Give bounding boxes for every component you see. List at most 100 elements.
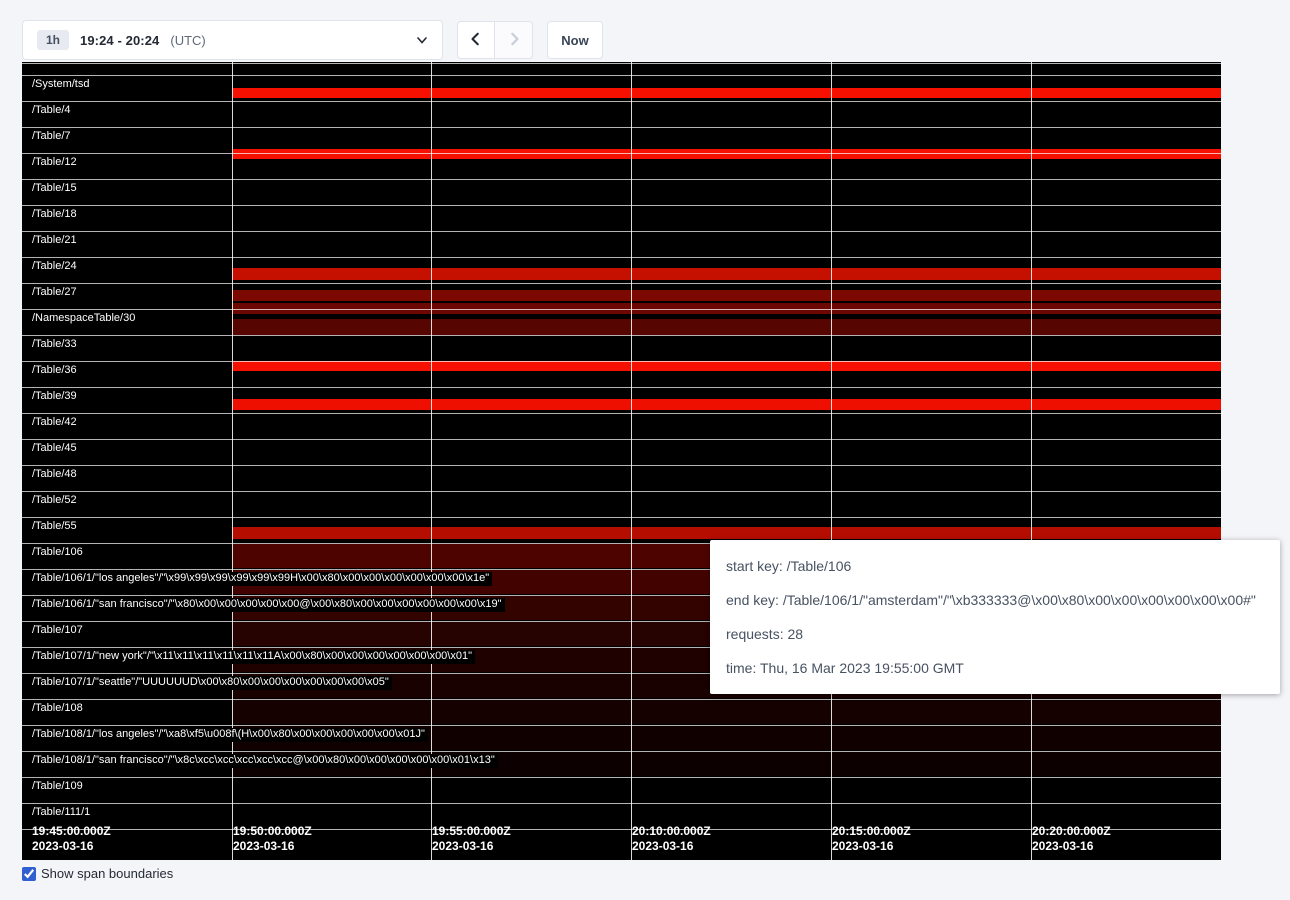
time-gridline bbox=[1031, 62, 1032, 860]
tick-time: 20:20:00.000Z bbox=[1032, 824, 1111, 839]
tick-time: 19:50:00.000Z bbox=[233, 824, 312, 839]
tick-time: 19:55:00.000Z bbox=[432, 824, 511, 839]
tick-date: 2023-03-16 bbox=[432, 839, 511, 854]
span-boundary-line bbox=[22, 439, 1221, 440]
time-range-label: 19:24 - 20:24 bbox=[80, 33, 159, 48]
timezone-label: (UTC) bbox=[170, 33, 205, 48]
time-controls-toolbar: 1h 19:24 - 20:24 (UTC) Now bbox=[22, 20, 603, 60]
span-key-label: /Table/4 bbox=[32, 104, 74, 118]
span-boundary-line bbox=[22, 101, 1221, 102]
span-boundary-line bbox=[22, 777, 1221, 778]
time-axis-tick: 20:15:00.000Z2023-03-16 bbox=[832, 824, 911, 854]
heat-band bbox=[232, 290, 1221, 301]
time-axis-tick: 19:55:00.000Z2023-03-16 bbox=[432, 824, 511, 854]
heat-band bbox=[232, 527, 1221, 539]
span-key-label: /Table/106/1/"san francisco"/"\x80\x00\x… bbox=[32, 598, 505, 612]
show-span-boundaries-control: Show span boundaries bbox=[22, 866, 173, 881]
span-key-label: /Table/106/1/"los angeles"/"\x99\x99\x99… bbox=[32, 572, 492, 586]
time-window-dropdown[interactable]: 1h 19:24 - 20:24 (UTC) bbox=[22, 20, 443, 60]
time-window-pager bbox=[457, 21, 533, 59]
time-axis-tick: 20:20:00.000Z2023-03-16 bbox=[1032, 824, 1111, 854]
heat-band bbox=[232, 268, 1221, 280]
span-key-label: /Table/18 bbox=[32, 208, 80, 222]
heat-band bbox=[232, 700, 1221, 724]
span-key-label: /Table/24 bbox=[32, 260, 80, 274]
span-boundary-line bbox=[22, 283, 1221, 284]
span-boundary-line bbox=[22, 231, 1221, 232]
span-boundary-line bbox=[22, 465, 1221, 466]
span-boundary-line bbox=[22, 413, 1221, 414]
tick-date: 2023-03-16 bbox=[832, 839, 911, 854]
time-window-badge: 1h bbox=[37, 30, 69, 50]
now-button[interactable]: Now bbox=[547, 21, 603, 59]
span-key-label: /Table/48 bbox=[32, 468, 80, 482]
chevron-left-icon bbox=[469, 32, 483, 49]
time-axis-tick: 19:45:00.000Z2023-03-16 bbox=[32, 824, 111, 854]
time-gridline bbox=[431, 62, 432, 860]
span-boundary-line bbox=[22, 387, 1221, 388]
span-key-label: /Table/36 bbox=[32, 364, 80, 378]
tick-time: 20:10:00.000Z bbox=[632, 824, 711, 839]
next-window-button[interactable] bbox=[495, 21, 533, 59]
tooltip-end-key: end key: /Table/106/1/"amsterdam"/"\xb33… bbox=[726, 583, 1264, 617]
heat-band bbox=[232, 88, 1221, 98]
span-key-label: /Table/12 bbox=[32, 156, 80, 170]
span-boundary-line bbox=[22, 335, 1221, 336]
tick-time: 20:15:00.000Z bbox=[832, 824, 911, 839]
span-boundary-line bbox=[22, 309, 1221, 310]
span-key-label: /Table/107 bbox=[32, 624, 86, 638]
time-axis-tick: 19:50:00.000Z2023-03-16 bbox=[233, 824, 312, 854]
heat-band bbox=[232, 361, 1221, 371]
tooltip-time: time: Thu, 16 Mar 2023 19:55:00 GMT bbox=[726, 651, 1264, 685]
tick-time: 19:45:00.000Z bbox=[32, 824, 111, 839]
span-key-label: /Table/108/1/"los angeles"/"\xa8\xf5\u00… bbox=[32, 728, 428, 742]
tick-date: 2023-03-16 bbox=[32, 839, 111, 854]
span-boundary-line bbox=[22, 803, 1221, 804]
span-key-label: /Table/7 bbox=[32, 130, 74, 144]
span-key-label: /Table/107/1/"new york"/"\x11\x11\x11\x1… bbox=[32, 650, 475, 664]
span-boundary-line bbox=[22, 751, 1221, 752]
span-tooltip: start key: /Table/106 end key: /Table/10… bbox=[710, 540, 1280, 694]
span-key-label: /Table/21 bbox=[32, 234, 80, 248]
tick-date: 2023-03-16 bbox=[632, 839, 711, 854]
tooltip-start-key: start key: /Table/106 bbox=[726, 549, 1264, 583]
tick-date: 2023-03-16 bbox=[1032, 839, 1111, 854]
heat-band bbox=[232, 149, 1221, 159]
span-boundary-line bbox=[22, 153, 1221, 154]
span-key-label: /Table/33 bbox=[32, 338, 80, 352]
span-key-label: /Table/27 bbox=[32, 286, 80, 300]
span-key-label: /Table/108 bbox=[32, 702, 86, 716]
prev-window-button[interactable] bbox=[457, 21, 495, 59]
span-boundary-line bbox=[22, 361, 1221, 362]
key-visualizer-canvas[interactable]: /System/tsd/Table/4/Table/7/Table/12/Tab… bbox=[22, 62, 1221, 860]
chevron-down-icon bbox=[416, 34, 428, 46]
span-boundary-line bbox=[22, 725, 1221, 726]
show-span-boundaries-checkbox[interactable] bbox=[22, 867, 36, 881]
heat-band bbox=[232, 399, 1221, 410]
span-boundary-line bbox=[22, 491, 1221, 492]
span-key-label: /Table/55 bbox=[32, 520, 80, 534]
span-boundary-line bbox=[22, 75, 1221, 76]
span-key-label: /Table/39 bbox=[32, 390, 80, 404]
span-boundary-line bbox=[22, 63, 1221, 64]
span-boundary-line bbox=[22, 179, 1221, 180]
span-boundary-line bbox=[22, 699, 1221, 700]
span-key-label: /System/tsd bbox=[32, 78, 92, 92]
span-key-label: /Table/109 bbox=[32, 780, 86, 794]
span-key-label: /Table/106 bbox=[32, 546, 86, 560]
tooltip-requests: requests: 28 bbox=[726, 617, 1264, 651]
span-key-label: /Table/42 bbox=[32, 416, 80, 430]
chevron-right-icon bbox=[507, 32, 521, 49]
span-boundary-line bbox=[22, 517, 1221, 518]
time-gridline bbox=[831, 62, 832, 860]
span-boundary-line bbox=[22, 205, 1221, 206]
span-key-label: /Table/45 bbox=[32, 442, 80, 456]
span-boundary-line bbox=[22, 127, 1221, 128]
span-key-label: /Table/15 bbox=[32, 182, 80, 196]
span-key-label: /Table/111/1 bbox=[32, 806, 93, 820]
time-axis-tick: 20:10:00.000Z2023-03-16 bbox=[632, 824, 711, 854]
heat-band bbox=[232, 319, 1221, 335]
tick-date: 2023-03-16 bbox=[233, 839, 312, 854]
time-gridline bbox=[631, 62, 632, 860]
span-key-label: /Table/108/1/"san francisco"/"\x8c\xcc\x… bbox=[32, 754, 498, 768]
